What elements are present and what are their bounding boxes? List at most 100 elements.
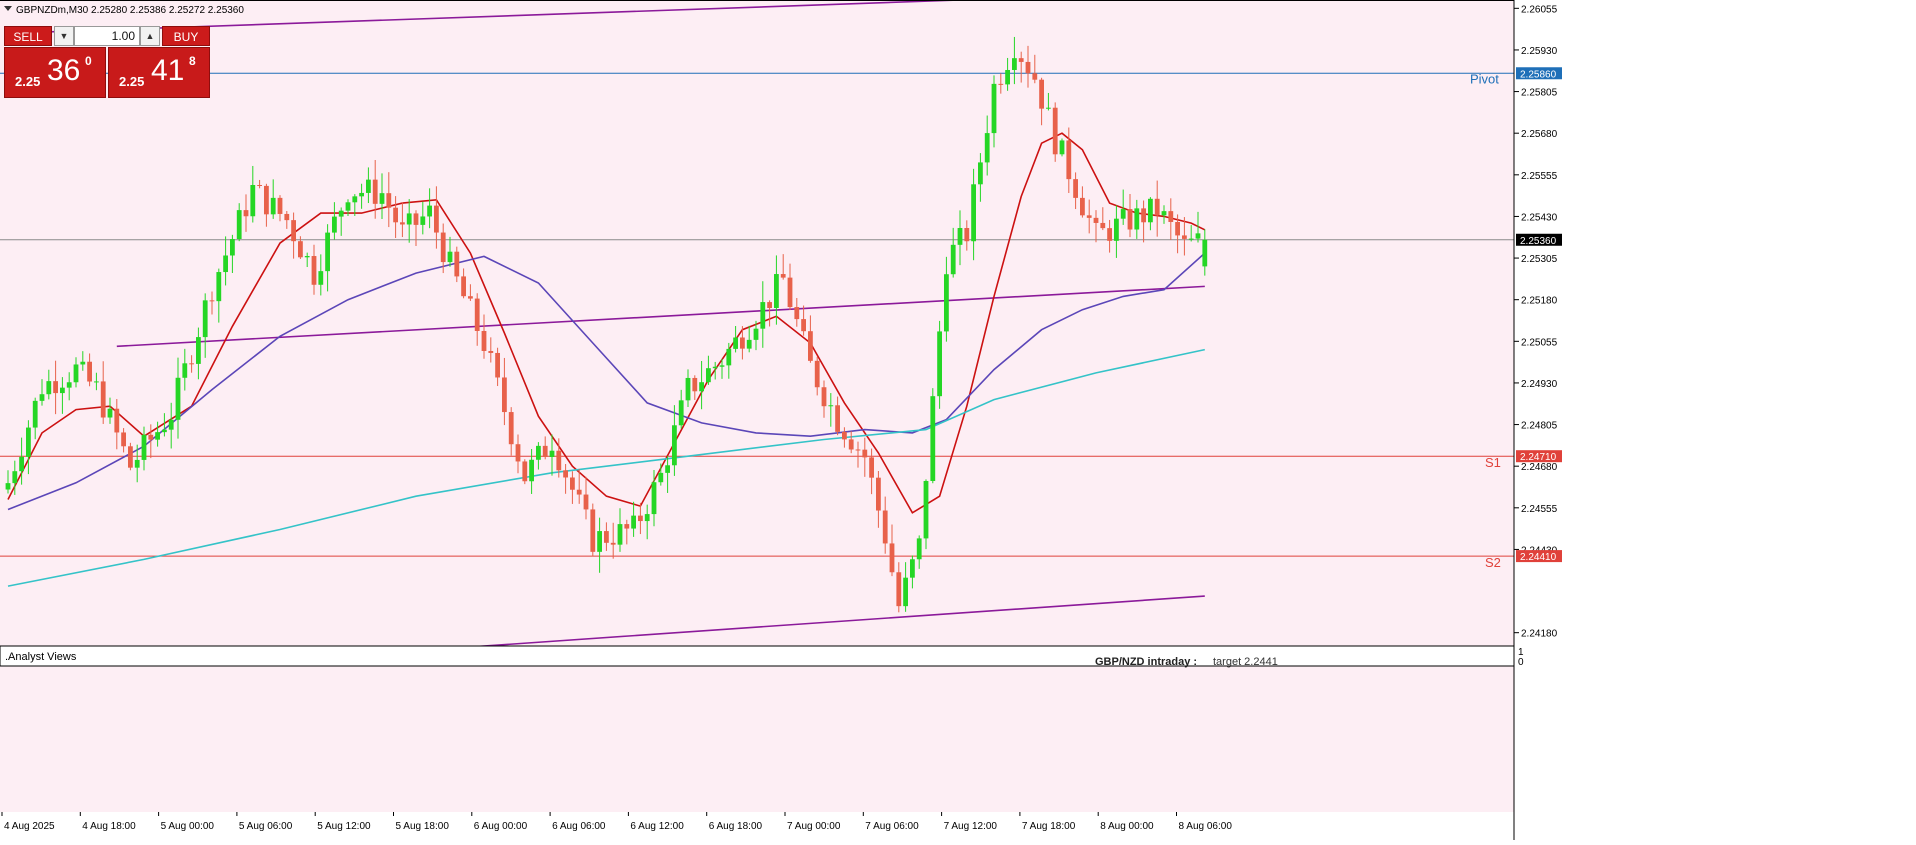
annotation-value: target 2.2441 — [1213, 656, 1278, 668]
time-tick-label: 5 Aug 06:00 — [239, 821, 293, 832]
candle-body — [950, 244, 956, 275]
candle — [590, 503, 596, 557]
candle-body — [202, 300, 208, 338]
candle-body — [162, 429, 167, 433]
candle-body — [366, 179, 371, 193]
candle-body — [73, 364, 79, 383]
lot-size-input[interactable] — [74, 26, 140, 46]
candle-body — [94, 381, 99, 383]
time-tick-label: 4 Aug 2025 — [4, 821, 55, 832]
candle-body — [332, 216, 337, 233]
time-tick-label: 5 Aug 00:00 — [161, 821, 215, 832]
candle-body — [957, 228, 963, 245]
candle-body — [1080, 197, 1085, 216]
candle-body — [916, 538, 922, 560]
time-tick-label: 4 Aug 18:00 — [82, 821, 136, 832]
candle-body — [189, 363, 194, 365]
pivot-price-value: 2.25860 — [1520, 69, 1557, 80]
candle-body — [1202, 239, 1208, 267]
candle-body — [182, 363, 188, 378]
candle-body — [1127, 209, 1133, 230]
sell-price-box[interactable]: 2.25 36 0 — [4, 47, 106, 98]
sell-price-prefix: 2.25 — [15, 74, 41, 89]
buy-price-fraction: 8 — [189, 54, 196, 68]
candle-body — [794, 307, 800, 320]
candle-body — [223, 255, 228, 273]
candle-body — [733, 337, 738, 349]
candle — [1059, 138, 1065, 157]
price-tick-label: 2.25680 — [1521, 129, 1558, 140]
candle-body — [862, 449, 868, 458]
candle-body — [692, 377, 698, 392]
candle-body — [175, 377, 181, 420]
price-chart[interactable]: 2.260552.259302.258052.256802.255552.254… — [0, 0, 1916, 840]
candle-body — [1086, 215, 1092, 218]
subwindow-title: .Analyst Views — [5, 651, 77, 663]
candle-body — [87, 361, 92, 382]
candle-body — [243, 210, 249, 217]
candle-body — [971, 184, 976, 242]
time-tick-label: 7 Aug 00:00 — [787, 821, 841, 832]
candle-body — [53, 381, 58, 394]
candle-body — [413, 213, 419, 225]
candle-body — [923, 480, 929, 539]
candle-body — [903, 577, 908, 607]
candle-body — [563, 470, 568, 478]
sell-price-pips: 36 — [47, 54, 81, 87]
sell-button[interactable]: SELL — [4, 26, 52, 46]
candle-body — [869, 457, 874, 478]
buy-price-box[interactable]: 2.25 41 8 — [108, 47, 210, 98]
annotation-label: GBP/NZD intraday : — [1095, 656, 1197, 668]
candle — [1052, 102, 1058, 162]
candle-body — [610, 542, 616, 545]
time-tick-label: 7 Aug 18:00 — [1022, 821, 1076, 832]
candle-body — [1018, 58, 1024, 62]
s2-price-value: 2.24410 — [1520, 552, 1557, 563]
time-tick-label: 6 Aug 18:00 — [709, 821, 763, 832]
candle-body — [1025, 61, 1031, 74]
candle-body — [372, 179, 378, 204]
candle-body — [393, 207, 398, 223]
candle-body — [1012, 58, 1017, 70]
trade-controls-row: SELL ▼ ▲ BUY — [4, 26, 210, 46]
candle-body — [1168, 211, 1174, 222]
buy-price-pips: 41 — [151, 54, 185, 87]
candle-body — [345, 202, 351, 211]
price-tick-label: 2.25180 — [1521, 296, 1558, 307]
candle-body — [522, 461, 528, 482]
lot-decrease-button[interactable]: ▼ — [54, 26, 74, 46]
time-tick-label: 5 Aug 18:00 — [396, 821, 450, 832]
price-tick-label: 2.25805 — [1521, 88, 1558, 99]
candle-body — [821, 387, 827, 407]
lot-increase-button[interactable]: ▲ — [140, 26, 160, 46]
candle-body — [1107, 228, 1112, 241]
candle-body — [291, 220, 296, 242]
candle-body — [842, 431, 847, 440]
s2-price-tag: 2.24410 — [1516, 550, 1562, 563]
candle-body — [100, 381, 106, 418]
candle-body — [835, 405, 840, 432]
candle-body — [740, 337, 745, 349]
buy-price-prefix: 2.25 — [119, 74, 145, 89]
candle-body — [964, 228, 970, 242]
buy-button[interactable]: BUY — [162, 26, 210, 46]
candle-body — [440, 232, 446, 263]
candle — [522, 459, 528, 485]
candle-body — [937, 331, 942, 397]
s1-price-tag: 2.24710 — [1516, 450, 1562, 463]
candle-body — [665, 465, 670, 473]
candle-body — [250, 184, 256, 217]
candle-body — [46, 381, 52, 395]
candle-body — [678, 400, 684, 426]
candle-body — [855, 449, 861, 451]
candle-body — [644, 514, 650, 522]
candle — [937, 320, 942, 409]
candle-body — [107, 408, 113, 418]
s1-label: S1 — [1485, 455, 1501, 470]
candle-body — [597, 531, 602, 552]
candle-body — [1100, 222, 1106, 229]
candle-body — [1032, 73, 1038, 80]
candle-body — [576, 489, 582, 495]
price-tick-label: 2.25055 — [1521, 337, 1558, 348]
candle-body — [32, 400, 38, 428]
